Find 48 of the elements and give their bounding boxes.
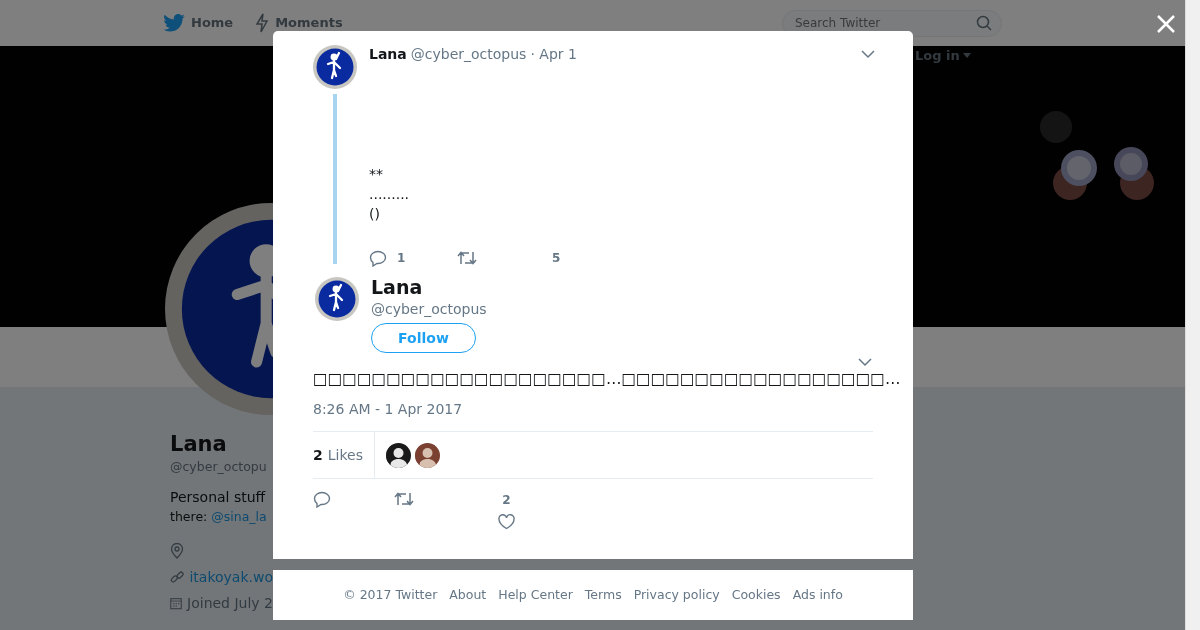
reply-button[interactable] [313,491,331,508]
profile-handle: @cyber_octopu [170,458,268,476]
footer-link[interactable]: Help Center [498,585,573,605]
follow-button[interactable]: Follow [371,323,476,353]
profile-name: Lana [170,431,228,457]
tweet-time: · Apr 1 [530,44,577,64]
retweet-icon [394,491,414,507]
nav-link[interactable]: Moments [255,13,343,33]
user-name: Lana [369,44,407,64]
lightning-icon [255,13,270,33]
chevron-icon [858,358,872,367]
like-count[interactable]: 5 [552,249,561,267]
profile-bio: Personal stuff [170,488,267,507]
retweet-button[interactable] [394,491,414,507]
user-handle: @cyber_octopus [410,44,527,64]
likes-count[interactable]: 2 Likes [313,432,375,478]
location-icon [170,543,184,559]
copyright: © 2017 Twitter [343,585,438,604]
footer-link[interactable]: Privacy policy [633,585,720,605]
more-button[interactable] [861,50,875,59]
reply-icon [313,491,331,508]
chevron-icon [861,50,875,59]
caret-icon [962,53,971,59]
scrollbar[interactable] [1185,0,1200,630]
more-button[interactable] [858,358,872,367]
nav-link[interactable]: Home [163,13,234,33]
footer-link[interactable]: Ads info [792,585,843,605]
tweet-text: ......... [369,185,411,204]
profile-bio: there: [170,509,209,524]
link-icon [170,569,185,585]
reply-button[interactable]: 1 [369,249,457,267]
tweet-text: □□□□□□□□□□□□□□□□□□□□…□□□□□□□□□□□□□□□□□□… [313,369,901,390]
tweet-text: ** [369,165,384,184]
user-name: Lana [371,276,424,298]
search-icon [976,14,992,31]
tweet-timestamp: 8:26 AM - 1 Apr 2017 [313,400,464,419]
joined-date: Joined July 2 [187,594,273,613]
footer-link[interactable]: Cookies [731,585,781,605]
reply-icon [369,249,387,267]
calendar-icon [170,595,183,611]
tweet-text: () [369,205,381,224]
heart-icon [498,514,515,530]
user-handle: @cyber_octopus [371,300,487,319]
footer-link[interactable]: About [449,585,487,605]
like-button[interactable]: 2 [498,491,515,530]
bird-icon [163,14,185,32]
retweet-icon [457,250,477,266]
footer-link[interactable]: Terms [584,585,622,605]
